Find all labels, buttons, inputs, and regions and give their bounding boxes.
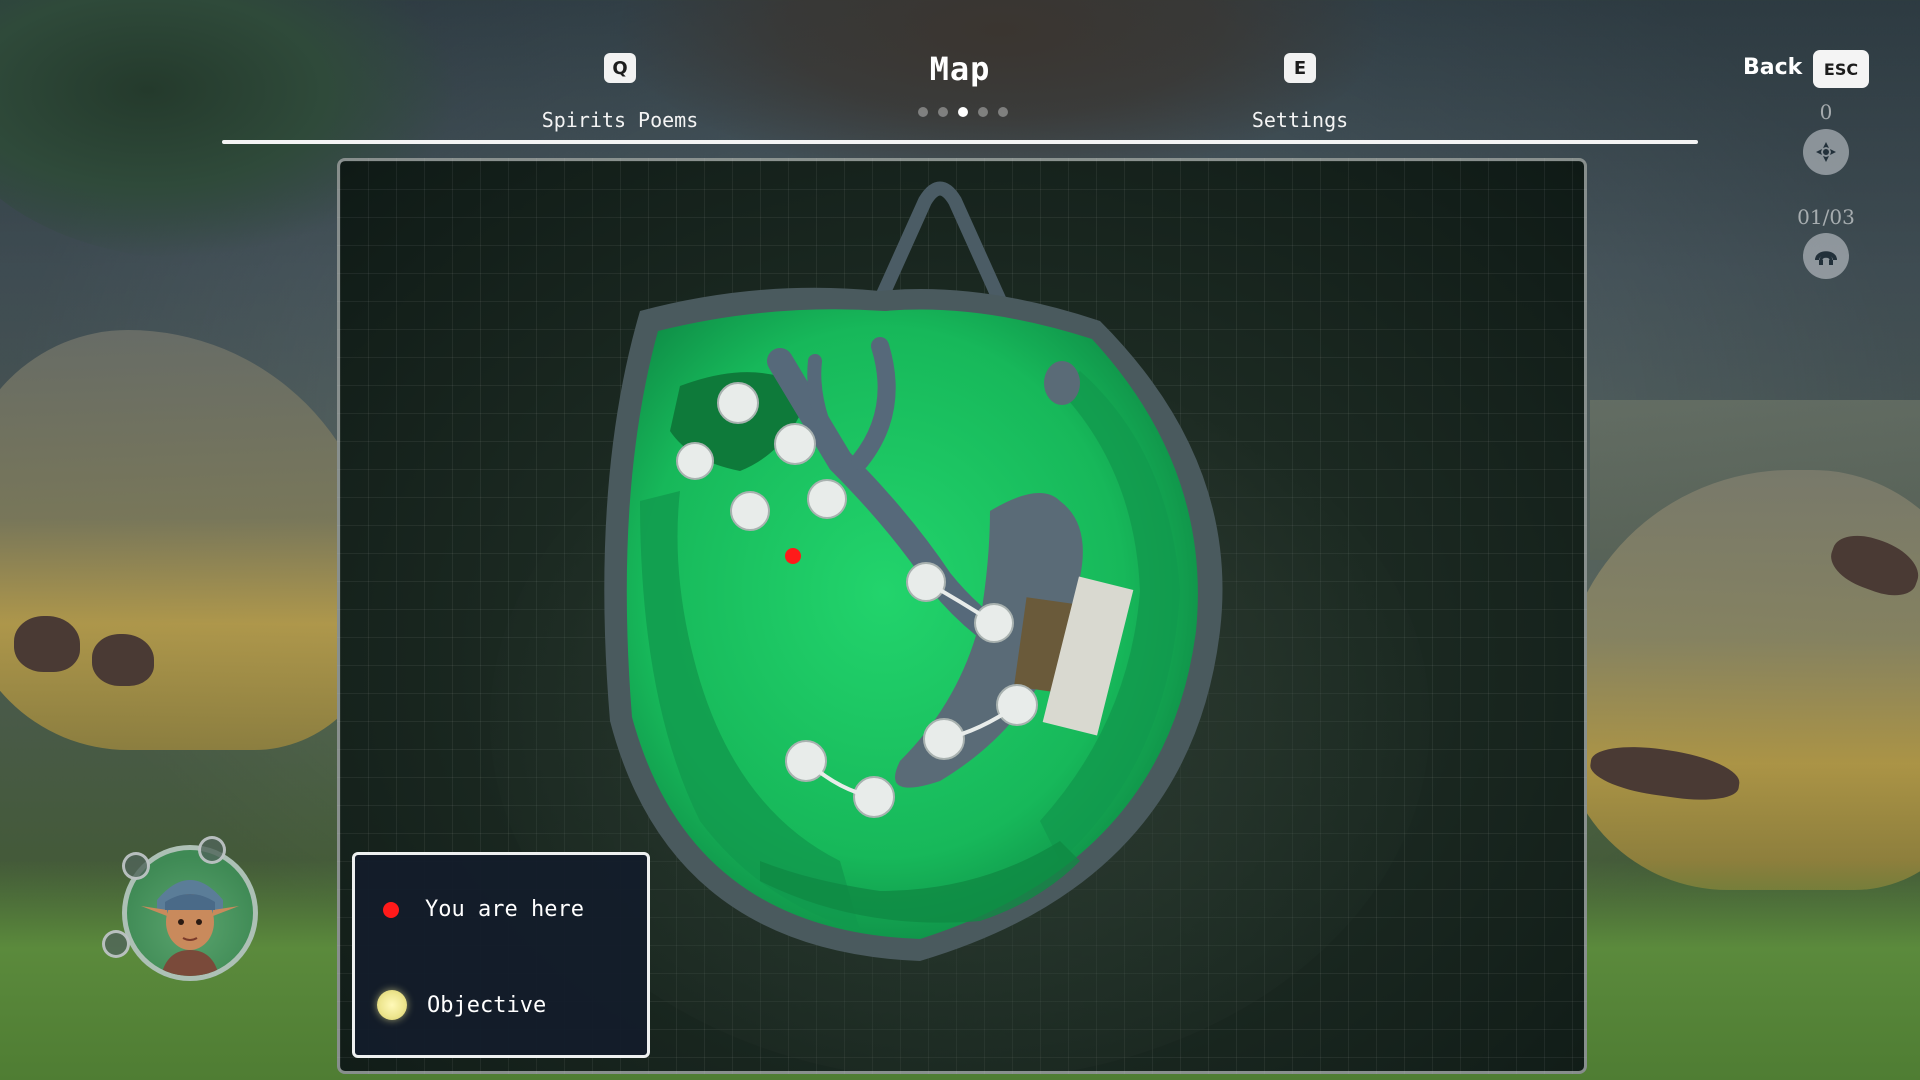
background-wall (1590, 400, 1920, 560)
page-dot (918, 107, 928, 117)
page-indicator (918, 107, 1008, 117)
background-rock (1824, 526, 1920, 604)
background-rock (92, 634, 154, 686)
avatar-badge-icon (102, 930, 130, 958)
tree (676, 442, 714, 480)
map-hook (873, 181, 1007, 304)
background-cliff-right (1560, 470, 1920, 890)
avatar-badge-icon (122, 852, 150, 880)
tree (807, 479, 847, 519)
legend-label-objective: Objective (427, 992, 547, 1018)
legend-row-you-are-here: You are here (383, 897, 584, 922)
back-button-label[interactable]: Back (1743, 55, 1802, 80)
red-dot-icon (383, 901, 399, 918)
poem-wave-icon (1803, 233, 1849, 279)
objective-dot-icon (377, 990, 407, 1020)
map-legend: You are here Objective (352, 852, 650, 1058)
legend-label-you-are-here: You are here (425, 897, 584, 922)
page-dot-active (958, 107, 968, 117)
background-canopy (620, 0, 1380, 180)
page-title: Map (929, 50, 991, 88)
esc-key-button[interactable]: ESC (1813, 50, 1869, 88)
tree (717, 382, 759, 424)
background-rock (14, 616, 80, 672)
legend-row-objective: Objective (377, 990, 547, 1020)
e-key-hint[interactable]: E (1284, 53, 1316, 83)
nav-divider (222, 140, 1698, 144)
spirits-counter: 0 (1819, 100, 1833, 124)
tab-spirits-poems[interactable]: Spirits Poems (542, 108, 699, 132)
player-location-marker (785, 548, 801, 564)
tree (730, 491, 770, 531)
stone (1044, 361, 1080, 405)
page-dot (978, 107, 988, 117)
avatar-badge-icon (198, 836, 226, 864)
spirit-swirl-icon (1803, 129, 1849, 175)
tree (774, 423, 816, 465)
poems-counter: 01/03 (1797, 205, 1855, 229)
tab-settings[interactable]: Settings (1252, 108, 1348, 132)
background-rock (1587, 739, 1743, 807)
page-dot (998, 107, 1008, 117)
background-cliff-left (0, 330, 380, 750)
page-dot (938, 107, 948, 117)
q-key-hint[interactable]: Q (604, 53, 636, 83)
